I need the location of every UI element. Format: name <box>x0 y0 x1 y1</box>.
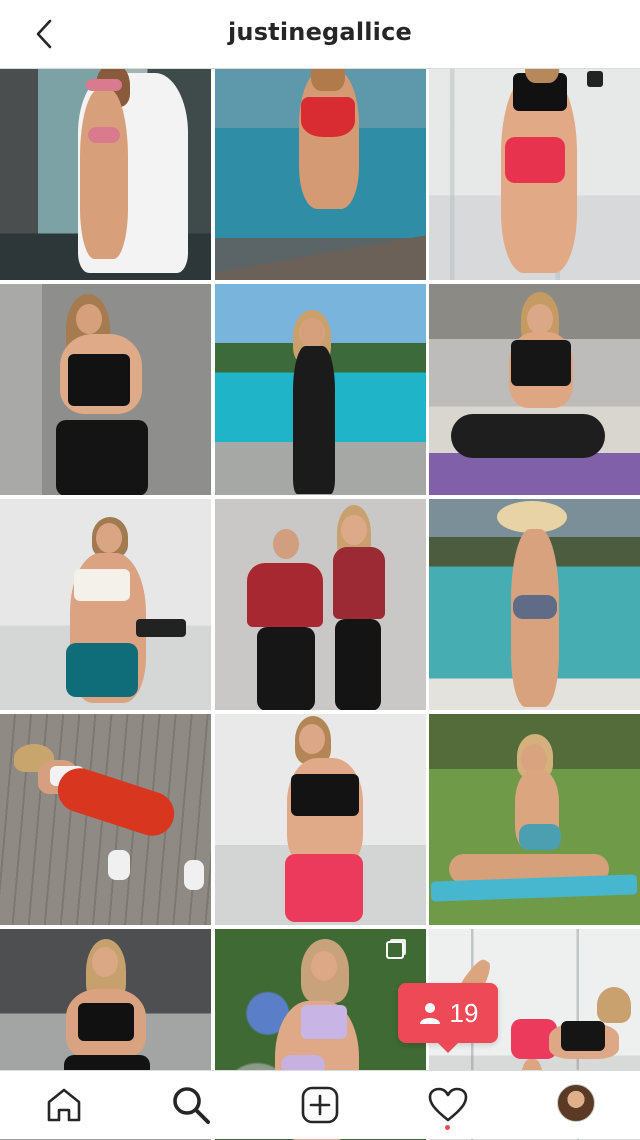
post-thumbnail[interactable] <box>429 714 640 925</box>
search-tab[interactable] <box>171 1085 211 1125</box>
post-thumbnail[interactable] <box>0 69 211 280</box>
activity-tab[interactable] <box>428 1085 468 1125</box>
plus-square-icon <box>301 1086 339 1124</box>
profile-username: justinegallice <box>227 18 413 46</box>
search-icon <box>173 1087 210 1124</box>
bottom-tab-bar <box>0 1070 640 1139</box>
post-thumbnail[interactable] <box>429 69 640 280</box>
notification-count: 19 <box>449 997 479 1028</box>
post-grid <box>0 69 640 1140</box>
home-icon <box>47 1088 81 1122</box>
post-thumbnail[interactable] <box>0 284 211 495</box>
post-thumbnail[interactable] <box>0 499 211 710</box>
post-thumbnail[interactable] <box>429 284 640 495</box>
activity-notification-badge[interactable]: 19 <box>398 983 498 1053</box>
post-thumbnail[interactable] <box>0 714 211 925</box>
new-post-tab[interactable] <box>300 1085 340 1125</box>
activity-indicator-dot <box>445 1125 450 1130</box>
person-icon <box>419 1003 440 1024</box>
post-thumbnail[interactable] <box>214 69 426 280</box>
heart-icon <box>428 1087 468 1122</box>
post-thumbnail[interactable] <box>214 714 426 925</box>
post-thumbnail[interactable] <box>214 499 426 710</box>
top-bar: justinegallice <box>0 0 640 69</box>
post-thumbnail[interactable] <box>214 284 426 495</box>
profile-tab-avatar[interactable] <box>557 1084 595 1122</box>
post-thumbnail[interactable] <box>429 499 640 710</box>
carousel-icon <box>385 941 404 959</box>
home-tab[interactable] <box>44 1085 84 1125</box>
